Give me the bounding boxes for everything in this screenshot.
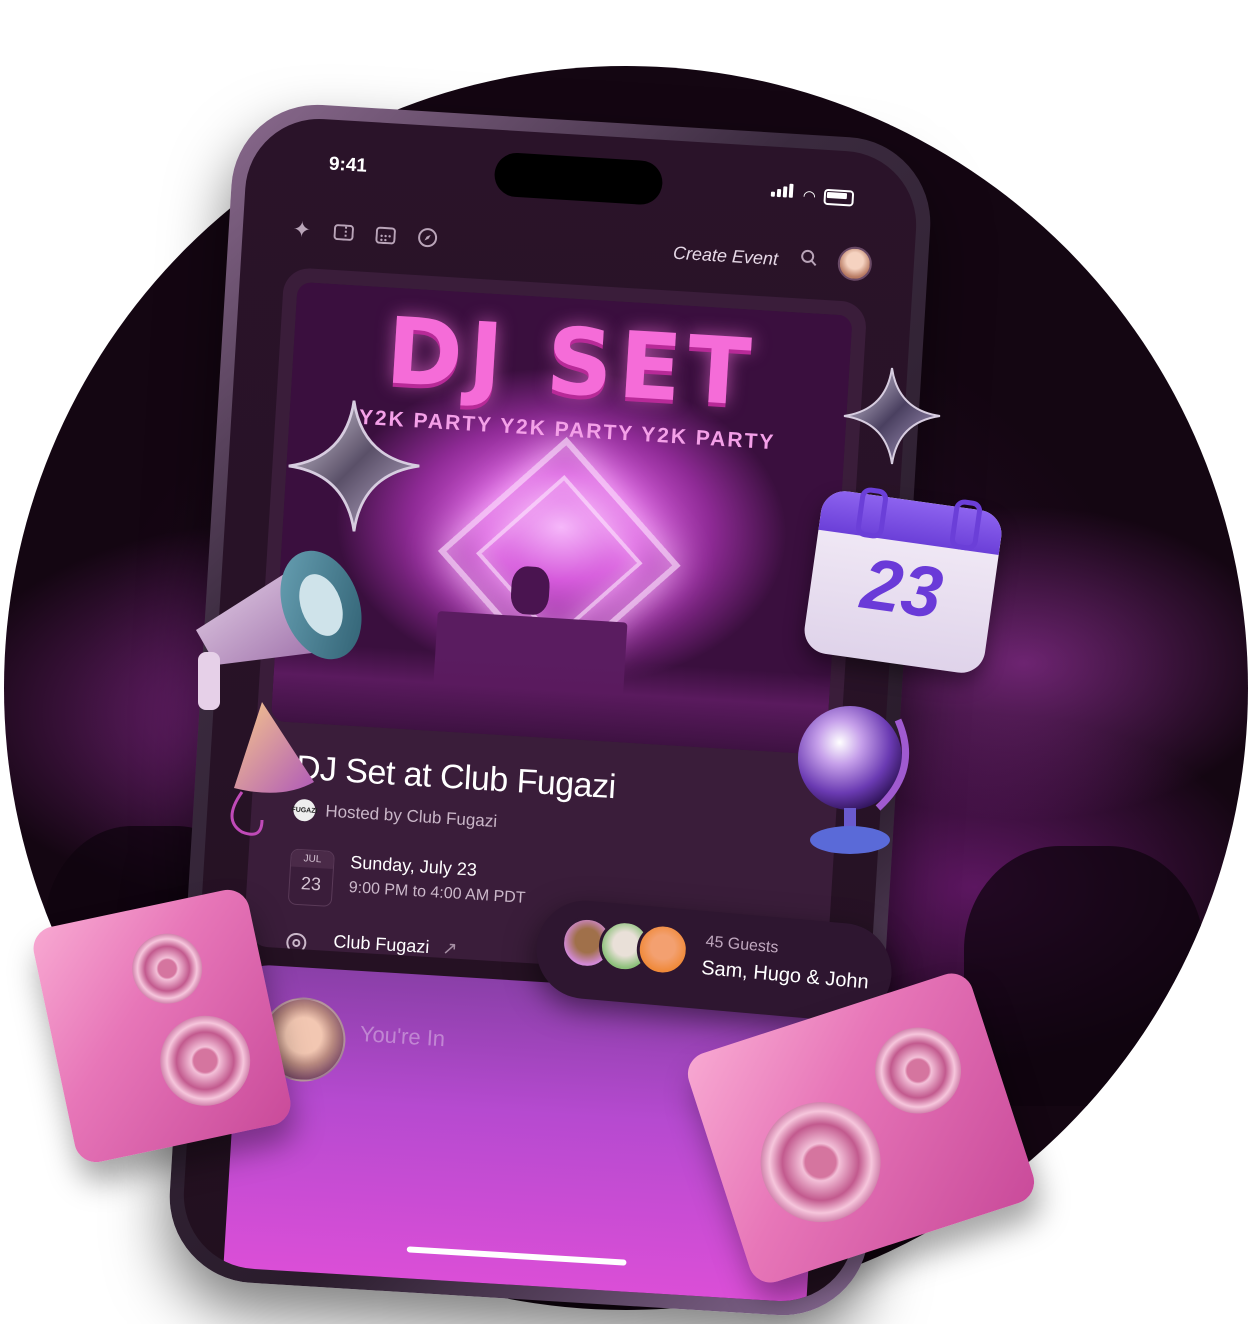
speaker-cone — [863, 1016, 973, 1125]
speaker-cone — [744, 1086, 897, 1238]
date-badge: JUL 23 — [287, 848, 335, 908]
speaker-cone — [151, 1007, 259, 1115]
host-text: Hosted by Club Fugazi — [324, 801, 498, 831]
date-row[interactable]: JUL 23 Sunday, July 23 9:00 PM to 4:00 A… — [287, 848, 528, 918]
status-time: 9:41 — [328, 153, 368, 177]
sparkle-icon[interactable]: ✦ — [290, 216, 313, 242]
event-date: Sunday, July 23 — [349, 852, 478, 880]
wifi-icon: ◠ — [802, 187, 817, 206]
create-event-button[interactable]: Create Event — [672, 242, 779, 269]
event-title: DJ Set at Club Fugazi — [294, 748, 617, 807]
date-day: 23 — [300, 873, 322, 895]
location-name: Club Fugazi ↗ — [332, 931, 459, 959]
dj-silhouette — [509, 565, 551, 616]
crowd-silhouette — [964, 846, 1204, 1106]
sparkle-icon — [843, 367, 941, 465]
guests-count: 45 Guests — [704, 933, 780, 957]
external-link-icon[interactable]: ↗ — [442, 938, 458, 959]
user-avatar[interactable] — [836, 245, 873, 282]
compass-icon[interactable] — [416, 226, 439, 249]
sparkle-icon — [288, 400, 420, 532]
dynamic-island — [493, 151, 664, 206]
globe-icon — [798, 706, 910, 854]
ticket-icon[interactable] — [332, 221, 355, 244]
signal-icon — [770, 183, 795, 203]
search-icon[interactable] — [799, 248, 818, 273]
battery-icon — [823, 188, 855, 207]
party-hat-icon — [230, 702, 314, 836]
status-icons: ◠ — [770, 183, 855, 207]
speaker-cone — [125, 927, 209, 1011]
event-time: 9:00 PM to 4:00 AM PDT — [348, 879, 526, 907]
host-row[interactable]: FUGAZI Hosted by Club Fugazi — [291, 798, 498, 833]
calendar-3d-number: 23 — [856, 543, 948, 635]
rsvp-status: You're In — [359, 1021, 446, 1052]
megaphone-icon — [196, 550, 362, 710]
guests-names: Sam, Hugo & John — [700, 956, 870, 994]
calendar-icon[interactable] — [374, 223, 397, 246]
